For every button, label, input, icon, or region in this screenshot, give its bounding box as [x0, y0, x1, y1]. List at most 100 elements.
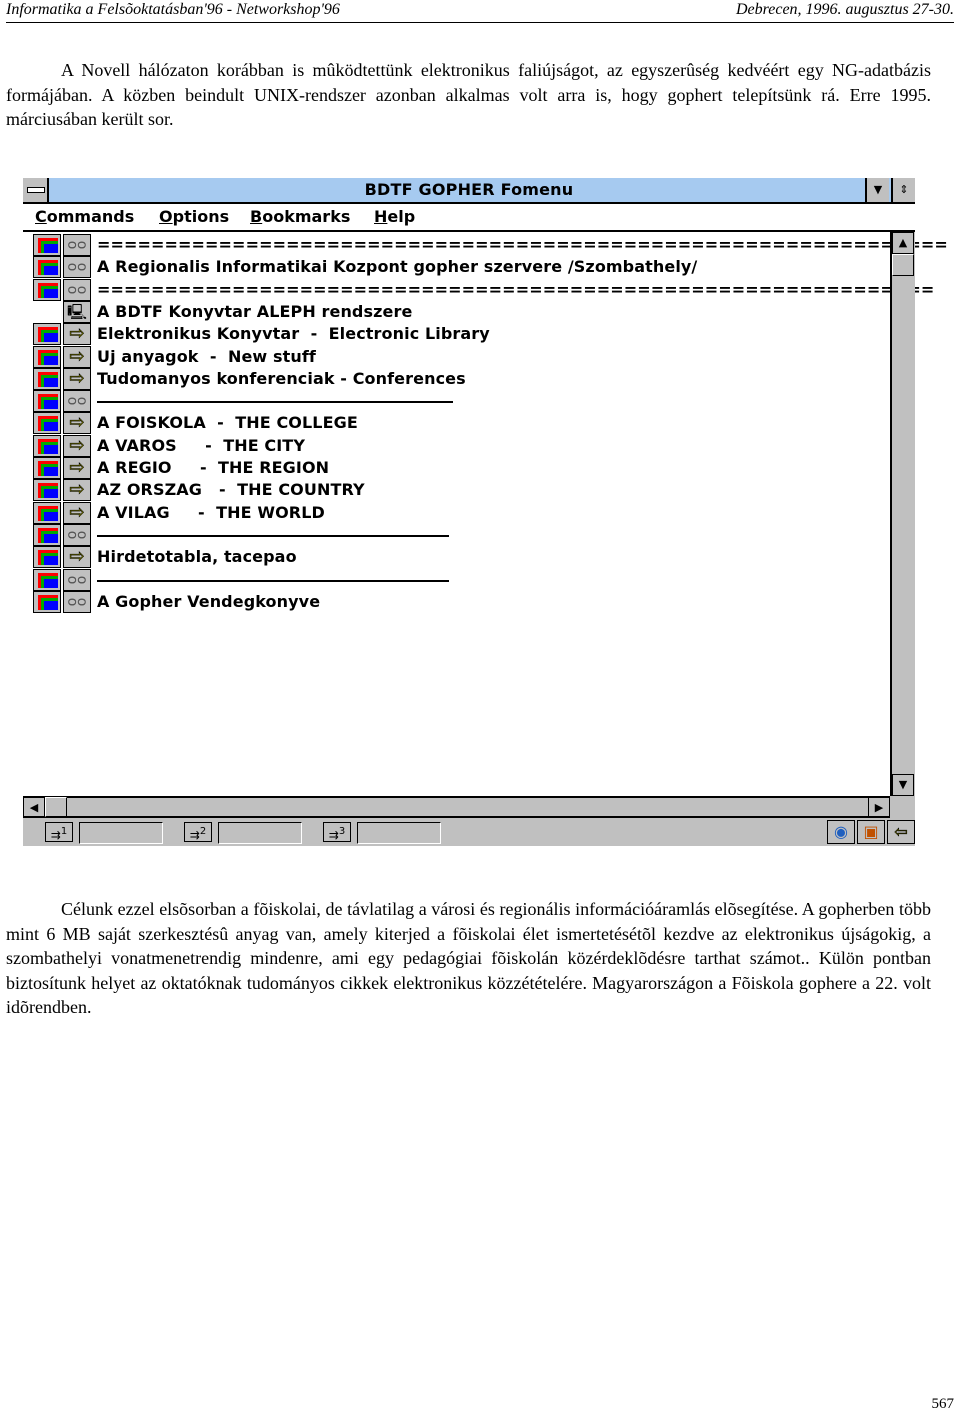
history-button-3[interactable]: ⇉3: [323, 822, 351, 842]
gopher-item[interactable]: ᴑᴑ A Regionalis Informatikai Kozpont goph…: [33, 256, 883, 279]
separator-line: [97, 579, 449, 582]
gopher-item-type-icon: [33, 345, 61, 368]
restore-button[interactable]: ⇕: [891, 178, 915, 202]
scroll-down-button[interactable]: ▼: [892, 774, 914, 796]
glasses-icon: ᴑᴑ: [63, 256, 91, 279]
gopher-item-list: ᴑᴑ ======================================…: [23, 232, 948, 796]
gopher-item-type-icon: [33, 501, 61, 524]
gopher-item[interactable]: ᴑᴑ ======================================…: [33, 278, 934, 301]
history-field-3[interactable]: [357, 822, 441, 844]
menu-options[interactable]: Options: [159, 207, 229, 226]
view-button[interactable]: ◉: [827, 820, 855, 844]
gopher-item[interactable]: ⇨ Hirdetotabla, tacepao: [33, 546, 883, 569]
gopher-item[interactable]: ᴑᴑ: [33, 568, 883, 591]
history-button-1[interactable]: ⇉1: [45, 822, 73, 842]
treasure-chest-icon: ▣: [863, 822, 879, 841]
glasses-icon: ᴑᴑ: [63, 278, 91, 301]
gopher-item-type-icon: [33, 523, 61, 546]
gopher-item-type-icon: [33, 457, 61, 479]
gopher-item-type-icon: [33, 434, 61, 457]
running-header: Informatika a Felsõoktatásban'96 - Netwo…: [6, 0, 954, 23]
arrow-icon: ⇨: [63, 479, 91, 502]
history-button-2[interactable]: ⇉2: [184, 822, 212, 842]
glasses-icon: ᴑᴑ: [63, 234, 91, 256]
gopher-item[interactable]: 🖳 A BDTF Konyvtar ALEPH rendszere: [33, 300, 883, 323]
gopher-item[interactable]: ᴑᴑ: [33, 390, 883, 413]
gopher-item-type-icon: [33, 323, 61, 346]
arrow-up-icon: ▲: [898, 236, 908, 249]
scroll-left-button[interactable]: ◀: [23, 797, 45, 817]
gopher-item-label: Uj anyagok - New stuff: [97, 346, 316, 366]
back-button[interactable]: ⇦: [887, 820, 915, 844]
menu-bookmarks[interactable]: Bookmarks: [250, 207, 350, 226]
jump-icon: ⇉: [189, 828, 200, 842]
arrow-left-icon: ⇦: [894, 822, 908, 842]
minimize-button[interactable]: ▼: [865, 178, 889, 202]
jump-icon: ⇉: [50, 828, 61, 842]
arrow-icon: ⇨: [63, 367, 91, 390]
gopher-item-label: AZ ORSZAG - THE COUNTRY: [97, 480, 365, 500]
horizontal-scrollbar[interactable]: ◀ ▶: [23, 796, 890, 818]
gopher-item[interactable]: ⇨ A FOISKOLA - THE COLLEGE: [33, 412, 883, 435]
vertical-scrollbar[interactable]: ▲ ▼: [890, 232, 915, 796]
up-down-arrow-icon: ⇕: [899, 183, 909, 196]
gopher-item-label: A VAROS - THE CITY: [97, 435, 306, 455]
gopher-item-type-icon: [33, 479, 61, 502]
header-left: Informatika a Felsõoktatásban'96 - Netwo…: [6, 1, 340, 18]
gopher-item-label: ========================================…: [97, 235, 948, 254]
history-field-2[interactable]: [218, 822, 302, 844]
arrow-right-icon: ▶: [874, 801, 884, 814]
history-bar: ⇉1 ⇉2 ⇉3 ◉ ▣ ⇦: [23, 818, 915, 846]
menu-commands[interactable]: Commands: [35, 207, 134, 226]
arrow-left-icon: ◀: [29, 801, 39, 814]
arrow-icon: ⇨: [63, 457, 91, 479]
gopher-item-label: A FOISKOLA - THE COLLEGE: [97, 413, 358, 433]
glasses-icon: ᴑᴑ: [63, 390, 91, 413]
gopher-item-type-icon: [33, 412, 61, 435]
scroll-up-button[interactable]: ▲: [892, 232, 914, 254]
terminal-icon: 🖳: [63, 300, 91, 323]
glasses-icon: ᴑᴑ: [63, 523, 91, 546]
gopher-item[interactable]: ᴑᴑ: [33, 523, 883, 546]
gopher-item[interactable]: ⇨ Tudomanyos konferenciak - Conferences: [33, 367, 883, 390]
gopher-item[interactable]: ⇨ A REGIO - THE REGION: [33, 457, 883, 479]
horizontal-scroll-thumb[interactable]: [45, 797, 67, 817]
gopher-item[interactable]: ᴑᴑ A Gopher Vendegkonyve: [33, 590, 883, 613]
gopher-item-label: ========================================…: [97, 279, 935, 299]
separator-line: [97, 401, 453, 404]
gopher-item-label: A BDTF Konyvtar ALEPH rendszere: [97, 301, 413, 321]
arrow-icon: ⇨: [63, 434, 91, 457]
gopher-item[interactable]: ⇨ A VILAG - THE WORLD: [33, 501, 883, 524]
glasses-icon: ᴑᴑ: [63, 568, 91, 591]
eye-icon: ◉: [834, 822, 848, 841]
page-number: 567: [931, 1396, 955, 1412]
gopher-item-type-icon: [33, 278, 61, 301]
gopher-item[interactable]: ᴑᴑ ======================================…: [33, 234, 948, 256]
gopher-item-label: Tudomanyos konferenciak - Conferences: [97, 368, 466, 388]
scroll-right-button[interactable]: ▶: [868, 797, 890, 817]
arrow-icon: ⇨: [63, 501, 91, 524]
gopher-item[interactable]: ⇨ A VAROS - THE CITY: [33, 434, 883, 457]
triangle-down-icon: ▼: [873, 183, 883, 196]
gopher-item[interactable]: ⇨ Elektronikus Konyvtar - Electronic Libr…: [33, 323, 883, 346]
menu-help[interactable]: Help: [374, 207, 415, 226]
paragraph-1-text: A Novell hálózaton korábban is mûködtett…: [6, 60, 931, 129]
arrow-icon: ⇨: [63, 412, 91, 435]
gopher-item-label: A Gopher Vendegkonyve: [97, 591, 321, 611]
gopher-item[interactable]: ⇨ AZ ORSZAG - THE COUNTRY: [33, 479, 883, 502]
gopher-item-label: A REGIO - THE REGION: [97, 458, 330, 477]
gopher-item[interactable]: ⇨ Uj anyagok - New stuff: [33, 345, 883, 368]
glasses-icon: ᴑᴑ: [63, 590, 91, 613]
gopher-item-type-icon: [33, 546, 61, 569]
arrow-icon: ⇨: [63, 323, 91, 346]
gopher-item-label: Elektronikus Konyvtar - Electronic Libra…: [97, 324, 490, 344]
arrow-icon: ⇨: [63, 546, 91, 569]
arrow-down-icon: ▼: [898, 778, 908, 791]
vertical-scroll-thumb[interactable]: [892, 254, 914, 276]
window-title: BDTF GOPHER Fomenu: [364, 180, 574, 199]
gopher-item-label: Hirdetotabla, tacepao: [97, 547, 297, 567]
history-field-1[interactable]: [79, 822, 163, 844]
bookmark-chest-button[interactable]: ▣: [857, 820, 885, 844]
title-bar[interactable]: BDTF GOPHER Fomenu ▼ ⇕: [23, 178, 915, 204]
gopher-item-type-icon: [33, 590, 61, 613]
